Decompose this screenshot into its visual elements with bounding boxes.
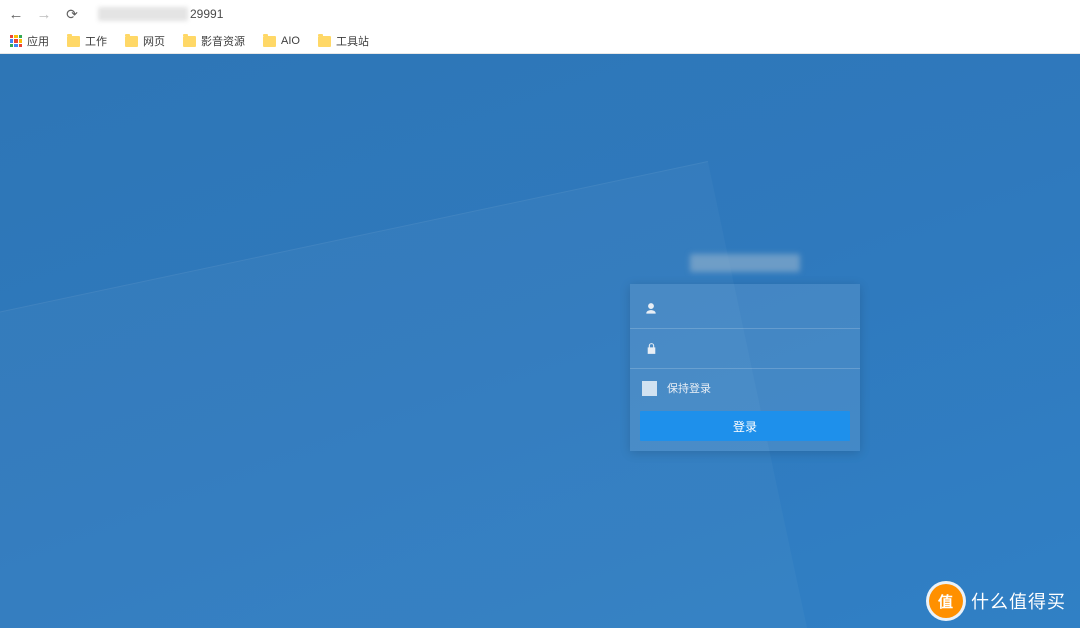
- forward-button[interactable]: →: [36, 6, 52, 23]
- remember-checkbox[interactable]: [642, 381, 657, 396]
- remember-row: 保持登录: [630, 369, 860, 407]
- login-title-redacted: [690, 254, 800, 272]
- folder-icon: [183, 36, 196, 47]
- back-button[interactable]: ←: [8, 6, 24, 23]
- apps-icon: [10, 35, 22, 47]
- watermark-text: 什么值得买: [971, 588, 1066, 614]
- bookmark-folder-webpage[interactable]: 网页: [125, 33, 165, 49]
- bookmark-folder-aio[interactable]: AIO: [263, 35, 300, 47]
- password-row: [630, 329, 860, 369]
- login-panel: 保持登录 登录: [630, 284, 860, 451]
- bookmark-label: AIO: [281, 35, 300, 47]
- folder-icon: [318, 36, 331, 47]
- password-input[interactable]: [660, 342, 848, 356]
- address-bar: ← → ⟳ 29991: [0, 0, 1080, 28]
- folder-icon: [263, 36, 276, 47]
- bookmarks-bar: 应用 工作 网页 影音资源 AIO 工具站: [0, 28, 1080, 54]
- bookmark-folder-tools[interactable]: 工具站: [318, 33, 369, 49]
- username-row: [630, 289, 860, 329]
- page-body: 保持登录 登录 值 什么值得买: [0, 54, 1080, 628]
- bookmark-label: 工具站: [336, 33, 369, 49]
- url-host-redacted: [98, 7, 188, 21]
- bookmark-label: 网页: [143, 33, 165, 49]
- login-button[interactable]: 登录: [640, 411, 850, 441]
- reload-button[interactable]: ⟳: [64, 6, 80, 23]
- folder-icon: [67, 36, 80, 47]
- bookmark-label: 工作: [85, 33, 107, 49]
- watermark-badge: 值: [929, 584, 963, 618]
- apps-shortcut[interactable]: 应用: [10, 33, 49, 49]
- url-input[interactable]: 29991: [92, 7, 1072, 21]
- remember-label: 保持登录: [667, 380, 711, 396]
- username-input[interactable]: [660, 302, 848, 316]
- browser-chrome: ← → ⟳ 29991 应用 工作 网页 影音资源 AIO: [0, 0, 1080, 54]
- bookmark-label: 影音资源: [201, 33, 245, 49]
- bookmark-folder-work[interactable]: 工作: [67, 33, 107, 49]
- watermark: 值 什么值得买: [929, 584, 1066, 618]
- lock-icon: [642, 342, 660, 355]
- user-icon: [642, 302, 660, 316]
- bookmark-folder-media[interactable]: 影音资源: [183, 33, 245, 49]
- apps-label: 应用: [27, 33, 49, 49]
- folder-icon: [125, 36, 138, 47]
- url-port: 29991: [190, 7, 223, 21]
